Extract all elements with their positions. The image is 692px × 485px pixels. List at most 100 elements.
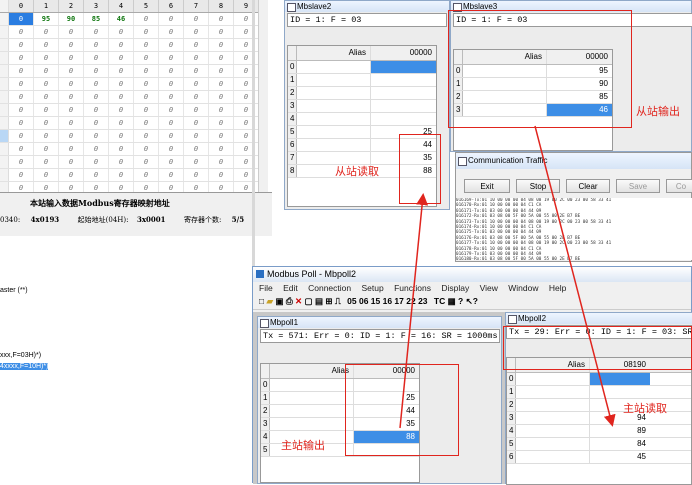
grid-cell[interactable]: 0 bbox=[234, 104, 259, 116]
grid-cell[interactable]: 0 bbox=[209, 143, 234, 155]
grid-cell[interactable]: 0 bbox=[34, 117, 59, 129]
grid-cell[interactable]: 0 bbox=[109, 117, 134, 129]
grid-cell[interactable]: 0 bbox=[59, 78, 84, 90]
grid-cell[interactable]: 0 bbox=[134, 65, 159, 77]
alias-cell[interactable] bbox=[516, 373, 590, 385]
value-cell[interactable] bbox=[371, 74, 436, 86]
grid-cell[interactable]: 0 bbox=[84, 39, 109, 51]
grid-cell[interactable]: 0 bbox=[234, 39, 259, 51]
grid-cell[interactable]: 0 bbox=[209, 169, 234, 181]
connect-icon[interactable]: ⊞ bbox=[325, 296, 332, 306]
grid-cell[interactable]: 95 bbox=[34, 13, 59, 25]
alias-cell[interactable] bbox=[297, 113, 371, 125]
grid-cell[interactable]: 0 bbox=[184, 169, 209, 181]
value-cell[interactable]: 84 bbox=[590, 438, 650, 450]
comm-titlebar[interactable]: Communication Traffic bbox=[456, 153, 691, 169]
disconnect-icon[interactable]: ⎍ bbox=[335, 296, 341, 306]
tree-item-f03[interactable]: xxx,F=03H)*) bbox=[0, 352, 41, 359]
grid-cell[interactable]: 0 bbox=[109, 156, 134, 168]
grid-cell[interactable]: 0 bbox=[109, 130, 134, 142]
grid-cell[interactable]: 0 bbox=[159, 169, 184, 181]
grid-cell[interactable]: 0 bbox=[184, 130, 209, 142]
grid-cell[interactable]: 0 bbox=[9, 13, 34, 25]
grid-cell[interactable]: 0 bbox=[184, 26, 209, 38]
grid-cell[interactable]: 0 bbox=[109, 169, 134, 181]
grid-cell[interactable]: 0 bbox=[234, 156, 259, 168]
grid-cell[interactable]: 0 bbox=[34, 52, 59, 64]
grid-cell[interactable]: 0 bbox=[234, 26, 259, 38]
menu-view[interactable]: View bbox=[480, 283, 498, 293]
table-row[interactable]: 0 bbox=[288, 61, 436, 74]
mbpoll1-titlebar[interactable]: Mbpoll1 bbox=[258, 317, 501, 328]
grid-cell[interactable]: 0 bbox=[84, 104, 109, 116]
grid-cell[interactable]: 0 bbox=[9, 156, 34, 168]
grid-cell[interactable]: 0 bbox=[159, 104, 184, 116]
open-icon[interactable]: ▰ bbox=[267, 296, 274, 306]
grid-cell[interactable]: 0 bbox=[184, 39, 209, 51]
grid-cell[interactable]: 0 bbox=[159, 26, 184, 38]
grid-cell[interactable]: 0 bbox=[159, 130, 184, 142]
grid-cell[interactable]: 0 bbox=[134, 117, 159, 129]
grid-cell[interactable]: 0 bbox=[234, 91, 259, 103]
save-button[interactable]: Save bbox=[616, 179, 660, 193]
grid-cell[interactable]: 0 bbox=[34, 143, 59, 155]
alias-cell[interactable] bbox=[516, 425, 590, 437]
table-row[interactable]: 2 bbox=[288, 87, 436, 100]
table-row[interactable]: 1 bbox=[288, 74, 436, 87]
alias-cell[interactable] bbox=[297, 139, 371, 151]
grid-cell[interactable]: 0 bbox=[184, 91, 209, 103]
function-codes[interactable]: 05 06 15 16 17 22 23 bbox=[347, 296, 427, 306]
grid-cell[interactable]: 0 bbox=[159, 117, 184, 129]
grid-cell[interactable]: 85 bbox=[84, 13, 109, 25]
grid-cell[interactable]: 0 bbox=[134, 39, 159, 51]
grid-cell[interactable]: 0 bbox=[84, 156, 109, 168]
traffic-button[interactable]: TC bbox=[434, 296, 445, 306]
value-cell[interactable]: 89 bbox=[590, 425, 650, 437]
grid-cell[interactable]: 0 bbox=[234, 130, 259, 142]
grid-cell[interactable]: 0 bbox=[209, 117, 234, 129]
grid-cell[interactable]: 0 bbox=[184, 117, 209, 129]
alias-cell[interactable] bbox=[516, 451, 590, 463]
grid-cell[interactable]: 0 bbox=[84, 78, 109, 90]
exit-button[interactable]: Exit bbox=[464, 179, 510, 193]
help-icon[interactable]: ? bbox=[458, 296, 463, 306]
grid-cell[interactable]: 0 bbox=[9, 91, 34, 103]
grid-cell[interactable]: 0 bbox=[9, 117, 34, 129]
grid-cell[interactable]: 0 bbox=[209, 156, 234, 168]
grid-cell[interactable]: 0 bbox=[34, 91, 59, 103]
value-cell[interactable] bbox=[590, 373, 650, 385]
table-row[interactable]: 1 bbox=[507, 386, 691, 399]
poll-titlebar[interactable]: Modbus Poll - Mbpoll2 bbox=[253, 267, 691, 282]
grid-cell[interactable]: 0 bbox=[34, 130, 59, 142]
save-icon[interactable]: ▣ bbox=[275, 296, 283, 306]
grid-cell[interactable]: 0 bbox=[59, 143, 84, 155]
print-icon[interactable]: ⎙ bbox=[286, 296, 293, 306]
grid-cell[interactable]: 0 bbox=[184, 78, 209, 90]
value-cell[interactable] bbox=[590, 386, 650, 398]
grid-cell[interactable]: 0 bbox=[84, 65, 109, 77]
grid-cell[interactable]: 0 bbox=[109, 78, 134, 90]
grid-cell[interactable]: 0 bbox=[109, 26, 134, 38]
grid-cell[interactable]: 0 bbox=[109, 143, 134, 155]
close-doc-icon[interactable]: ✕ bbox=[295, 296, 302, 306]
grid-cell[interactable]: 0 bbox=[59, 65, 84, 77]
alias-cell[interactable] bbox=[297, 61, 371, 73]
grid-cell[interactable]: 0 bbox=[59, 156, 84, 168]
menu-help[interactable]: Help bbox=[549, 283, 566, 293]
grid-cell[interactable]: 0 bbox=[59, 52, 84, 64]
grid-cell[interactable]: 0 bbox=[159, 143, 184, 155]
grid-cell[interactable]: 0 bbox=[84, 117, 109, 129]
grid-cell[interactable]: 0 bbox=[34, 78, 59, 90]
grid-cell[interactable]: 46 bbox=[109, 13, 134, 25]
grid-cell[interactable]: 0 bbox=[134, 91, 159, 103]
alias-cell[interactable] bbox=[516, 386, 590, 398]
alias-cell[interactable] bbox=[516, 438, 590, 450]
menu-setup[interactable]: Setup bbox=[362, 283, 384, 293]
grid-cell[interactable]: 0 bbox=[159, 65, 184, 77]
grid-cell[interactable]: 0 bbox=[9, 130, 34, 142]
grid-cell[interactable]: 0 bbox=[159, 13, 184, 25]
grid-cell[interactable]: 0 bbox=[59, 39, 84, 51]
table-row[interactable]: 3 bbox=[288, 100, 436, 113]
table-row[interactable]: 0 bbox=[507, 373, 691, 386]
grid-cell[interactable]: 90 bbox=[59, 13, 84, 25]
